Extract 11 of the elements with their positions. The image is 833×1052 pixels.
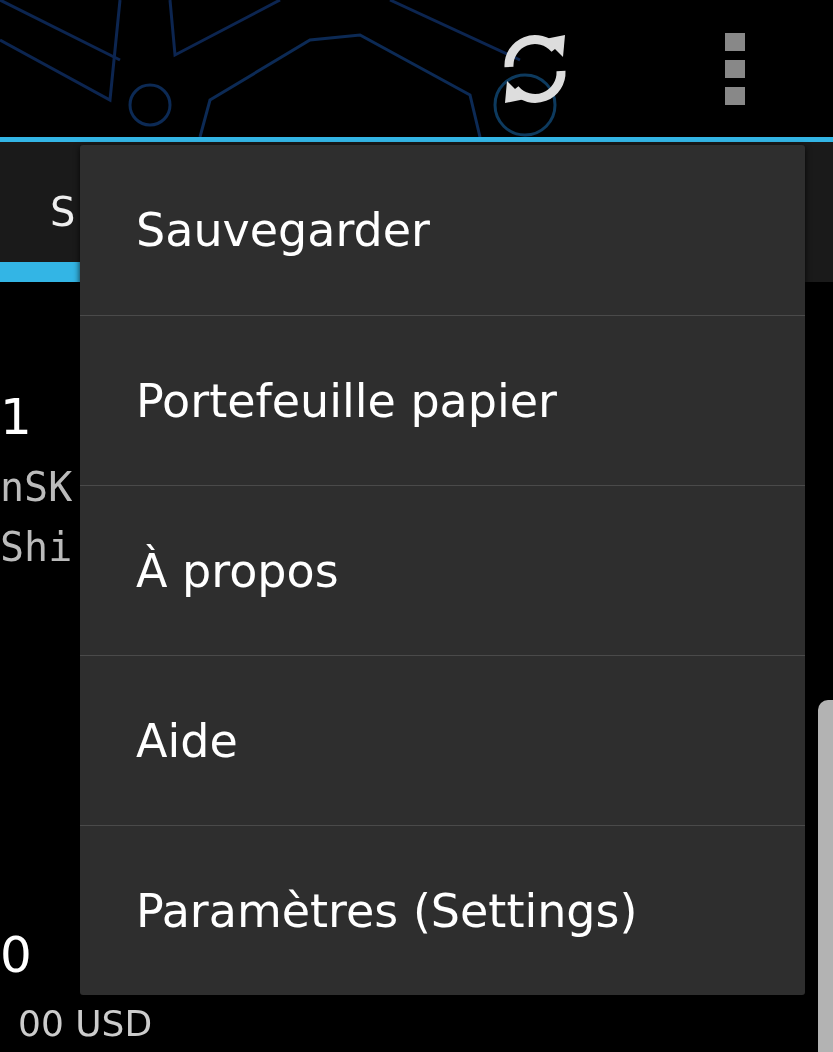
menu-item[interactable]: Paramètres (Settings) — [80, 825, 805, 995]
menu-item[interactable]: Portefeuille papier — [80, 315, 805, 485]
overflow-menu-icon[interactable] — [725, 32, 745, 105]
menu-item[interactable]: À propos — [80, 485, 805, 655]
content-text: Shi — [0, 523, 73, 572]
content-text: nSK — [0, 463, 73, 512]
menu-item[interactable]: Sauvegarder — [80, 145, 805, 315]
content-text: 00 USD — [18, 1003, 153, 1045]
content-text: 0 — [0, 925, 32, 985]
menu-item[interactable]: Aide — [80, 655, 805, 825]
content-text: 1 — [0, 387, 32, 447]
